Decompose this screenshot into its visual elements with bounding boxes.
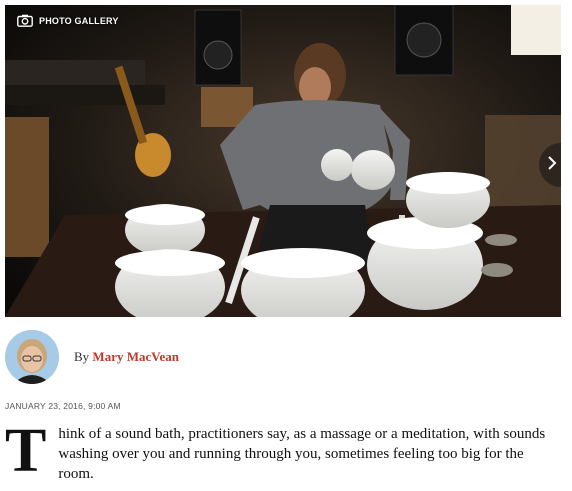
byline-prefix: By (74, 349, 90, 364)
chevron-right-icon (547, 155, 557, 176)
gallery-photo (5, 5, 561, 317)
byline: By Mary MacVean (5, 329, 179, 385)
photo-gallery[interactable]: PHOTO GALLERY (5, 5, 561, 317)
publish-date: JANUARY 23, 2016, 9:00 AM (5, 401, 121, 411)
article-paragraph: hink of a sound bath, practitioners say,… (58, 426, 546, 482)
camera-icon (17, 14, 33, 27)
photo-gallery-badge[interactable]: PHOTO GALLERY (17, 14, 119, 27)
byline-text: By Mary MacVean (74, 349, 179, 365)
author-link[interactable]: Mary MacVean (92, 349, 179, 364)
photo-gallery-label: PHOTO GALLERY (39, 15, 119, 26)
article-body: T hink of a sound bath, practitioners sa… (5, 417, 561, 485)
drop-cap: T (5, 417, 47, 485)
author-avatar[interactable] (5, 330, 59, 384)
